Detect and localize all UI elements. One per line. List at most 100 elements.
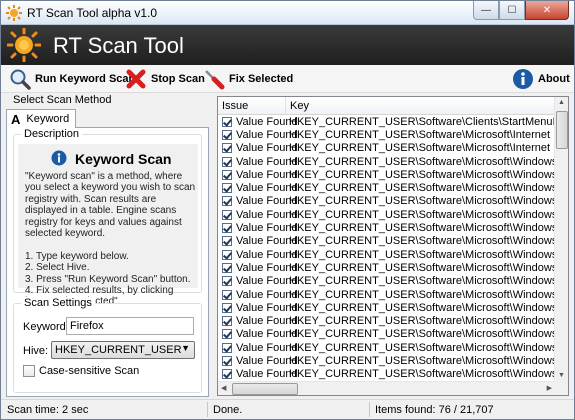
description-text: "Keyword scan" is a method, where you se… bbox=[25, 171, 196, 308]
table-row[interactable]: Value Found HKEY_CURRENT_USER\Software\Mi… bbox=[218, 275, 555, 288]
row-checkbox[interactable] bbox=[222, 156, 232, 167]
row-checkbox[interactable] bbox=[222, 129, 232, 140]
issue-cell: Value Found bbox=[218, 355, 298, 367]
key-cell: HKEY_CURRENT_USER\Software\Microsoft\Win… bbox=[289, 222, 555, 235]
row-checkbox[interactable] bbox=[222, 223, 232, 234]
issue-cell: Value Found bbox=[218, 235, 298, 247]
key-cell: HKEY_CURRENT_USER\Software\Microsoft\Win… bbox=[289, 368, 555, 381]
key-cell: HKEY_CURRENT_USER\Software\Microsoft\Win… bbox=[289, 155, 555, 168]
scroll-up-icon[interactable]: ▲ bbox=[558, 99, 565, 106]
scan-state-status: Done. bbox=[213, 404, 243, 416]
about-button[interactable]: About bbox=[512, 67, 570, 91]
case-sensitive-checkbox[interactable] bbox=[23, 365, 35, 377]
minimize-icon: — bbox=[481, 4, 491, 16]
horizontal-scroll-thumb[interactable] bbox=[232, 383, 298, 395]
key-cell: HKEY_CURRENT_USER\Software\Microsoft\Win… bbox=[289, 248, 555, 261]
row-checkbox[interactable] bbox=[222, 289, 232, 300]
title-bar[interactable]: RT Scan Tool alpha v1.0 — ☐ ✕ bbox=[1, 1, 574, 25]
info-icon bbox=[513, 69, 533, 89]
magnifier-icon bbox=[10, 69, 31, 90]
row-checkbox[interactable] bbox=[222, 342, 232, 353]
row-checkbox[interactable] bbox=[222, 369, 232, 380]
column-header-issue[interactable]: Issue bbox=[218, 97, 286, 115]
table-row[interactable]: Value Found HKEY_CURRENT_USER\Software\Mi… bbox=[218, 301, 555, 314]
close-icon: ✕ bbox=[542, 4, 552, 16]
tab-keyword[interactable]: A Keyword bbox=[6, 109, 76, 128]
status-divider bbox=[369, 402, 370, 417]
scan-settings-label: Scan Settings bbox=[21, 297, 95, 309]
scroll-right-icon[interactable]: ▶ bbox=[547, 384, 552, 392]
table-body: Value Found HKEY_CURRENT_USER\Software\Cl… bbox=[218, 115, 555, 381]
table-row[interactable]: Value Found HKEY_CURRENT_USER\Software\Mi… bbox=[218, 221, 555, 234]
key-cell: HKEY_CURRENT_USER\Software\Microsoft\Win… bbox=[289, 208, 555, 221]
banner-title: RT Scan Tool bbox=[53, 33, 184, 58]
issue-cell: Value Found bbox=[218, 315, 298, 327]
table-row[interactable]: Value Found HKEY_CURRENT_USER\Software\Mi… bbox=[218, 128, 555, 141]
table-row[interactable]: Value Found HKEY_CURRENT_USER\Software\Cl… bbox=[218, 115, 555, 128]
table-row[interactable]: Value Found HKEY_CURRENT_USER\Software\Mi… bbox=[218, 328, 555, 341]
table-row[interactable]: Value Found HKEY_CURRENT_USER\Software\Mi… bbox=[218, 288, 555, 301]
row-checkbox[interactable] bbox=[222, 316, 232, 327]
table-row[interactable]: Value Found HKEY_CURRENT_USER\Software\Mi… bbox=[218, 354, 555, 367]
table-row[interactable]: Value Found HKEY_CURRENT_USER\Software\Mi… bbox=[218, 341, 555, 354]
key-cell: HKEY_CURRENT_USER\Software\Microsoft\Win… bbox=[289, 341, 555, 354]
key-cell: HKEY_CURRENT_USER\Software\Microsoft\Win… bbox=[289, 261, 555, 274]
row-checkbox[interactable] bbox=[222, 116, 232, 127]
table-row[interactable]: Value Found HKEY_CURRENT_USER\Software\Mi… bbox=[218, 155, 555, 168]
row-checkbox[interactable] bbox=[222, 329, 232, 340]
row-checkbox[interactable] bbox=[222, 302, 232, 313]
column-header-key[interactable]: Key bbox=[286, 97, 555, 115]
row-checkbox[interactable] bbox=[222, 169, 232, 180]
horizontal-scrollbar[interactable]: ◀ ▶ bbox=[218, 381, 555, 395]
key-cell: HKEY_CURRENT_USER\Software\Microsoft\Win… bbox=[289, 275, 555, 288]
chevron-down-icon: ▼ bbox=[181, 343, 190, 353]
issue-cell: Value Found bbox=[218, 156, 298, 168]
run-keyword-scan-button[interactable]: Run Keyword Scan bbox=[9, 67, 135, 91]
row-checkbox[interactable] bbox=[222, 196, 232, 207]
key-cell: HKEY_CURRENT_USER\Software\Microsoft\Win… bbox=[289, 168, 555, 181]
key-cell: HKEY_CURRENT_USER\Software\Microsoft\Int… bbox=[289, 142, 555, 155]
hive-dropdown[interactable]: HKEY_CURRENT_USER ▼ bbox=[51, 341, 195, 359]
minimize-button[interactable]: — bbox=[473, 1, 499, 20]
table-row[interactable]: Value Found HKEY_CURRENT_USER\Software\Mi… bbox=[218, 195, 555, 208]
maximize-button[interactable]: ☐ bbox=[499, 1, 525, 20]
app-banner: RT Scan Tool bbox=[1, 25, 574, 65]
key-cell: HKEY_CURRENT_USER\Software\Microsoft\Int… bbox=[289, 128, 555, 141]
table-row[interactable]: Value Found HKEY_CURRENT_USER\Software\Mi… bbox=[218, 314, 555, 327]
vertical-scrollbar[interactable]: ▲ ▼ bbox=[554, 97, 568, 381]
status-divider bbox=[207, 402, 208, 417]
vertical-scroll-thumb[interactable] bbox=[556, 111, 568, 149]
table-row[interactable]: Value Found HKEY_CURRENT_USER\Software\Mi… bbox=[218, 168, 555, 181]
case-sensitive-label[interactable]: Case-sensitive Scan bbox=[39, 365, 139, 377]
issue-cell: Value Found bbox=[218, 129, 298, 141]
row-checkbox[interactable] bbox=[222, 183, 232, 194]
table-row[interactable]: Value Found HKEY_CURRENT_USER\Software\Mi… bbox=[218, 248, 555, 261]
stop-scan-label: Stop Scan bbox=[151, 73, 205, 85]
row-checkbox[interactable] bbox=[222, 355, 232, 366]
close-button[interactable]: ✕ bbox=[525, 1, 569, 20]
row-checkbox[interactable] bbox=[222, 262, 232, 273]
table-row[interactable]: Value Found HKEY_CURRENT_USER\Software\Mi… bbox=[218, 261, 555, 274]
table-row[interactable]: Value Found HKEY_CURRENT_USER\Software\Mi… bbox=[218, 368, 555, 381]
key-cell: HKEY_CURRENT_USER\Software\Microsoft\Win… bbox=[289, 235, 555, 248]
scroll-down-icon[interactable]: ▼ bbox=[558, 372, 565, 379]
key-cell: HKEY_CURRENT_USER\Software\Microsoft\Win… bbox=[289, 301, 555, 314]
issue-cell: Value Found bbox=[218, 262, 298, 274]
row-checkbox[interactable] bbox=[222, 209, 232, 220]
table-header: Issue Key bbox=[218, 97, 555, 115]
row-checkbox[interactable] bbox=[222, 143, 232, 154]
keyword-input[interactable]: Firefox bbox=[66, 317, 194, 335]
keyword-input-value: Firefox bbox=[70, 320, 104, 332]
row-checkbox[interactable] bbox=[222, 276, 232, 287]
table-row[interactable]: Value Found HKEY_CURRENT_USER\Software\Mi… bbox=[218, 181, 555, 194]
scroll-left-icon[interactable]: ◀ bbox=[221, 384, 226, 392]
hive-dropdown-value: HKEY_CURRENT_USER bbox=[55, 344, 182, 356]
table-row[interactable]: Value Found HKEY_CURRENT_USER\Software\Mi… bbox=[218, 142, 555, 155]
table-row[interactable]: Value Found HKEY_CURRENT_USER\Software\Mi… bbox=[218, 235, 555, 248]
stop-scan-button[interactable]: Stop Scan bbox=[125, 67, 205, 91]
table-row[interactable]: Value Found HKEY_CURRENT_USER\Software\Mi… bbox=[218, 208, 555, 221]
key-cell: HKEY_CURRENT_USER\Software\Microsoft\Win… bbox=[289, 354, 555, 367]
row-checkbox[interactable] bbox=[222, 249, 232, 260]
fix-selected-button[interactable]: Fix Selected bbox=[203, 67, 293, 91]
row-checkbox[interactable] bbox=[222, 236, 232, 247]
